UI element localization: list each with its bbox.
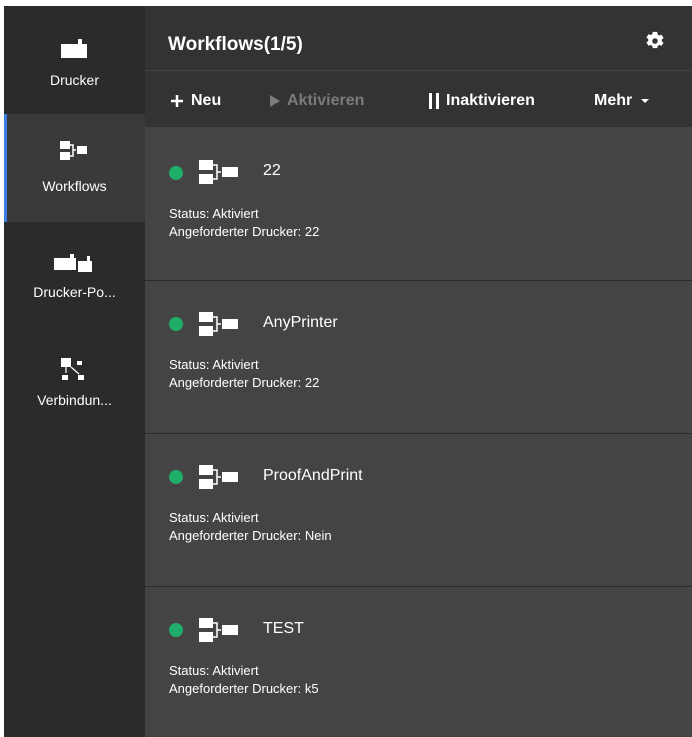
workflow-status: Status: Aktiviert bbox=[169, 663, 259, 678]
app-window: Drucker Workflows Drucker-Po... Verbindu… bbox=[4, 6, 692, 737]
printer-pool-icon bbox=[54, 254, 92, 272]
main-panel: Workflows(1/5) Neu Aktivieren Inaktivier… bbox=[145, 6, 692, 737]
workflow-status: Status: Aktiviert bbox=[169, 206, 259, 221]
workflow-icon bbox=[199, 465, 238, 489]
sidebar-item-drucker[interactable]: Drucker bbox=[4, 6, 145, 114]
workflow-card[interactable]: TEST Status: Aktiviert Angeforderter Dru… bbox=[145, 587, 692, 737]
sidebar-item-workflows[interactable]: Workflows bbox=[4, 114, 145, 222]
status-dot bbox=[169, 166, 183, 180]
play-icon bbox=[269, 94, 281, 108]
deactivate-button-label: Inaktivieren bbox=[446, 92, 535, 109]
workflow-card[interactable]: ProofAndPrint Status: Aktiviert Angeford… bbox=[145, 434, 692, 587]
workflow-printer: Angeforderter Drucker: 22 bbox=[169, 224, 320, 239]
sidebar: Drucker Workflows Drucker-Po... Verbindu… bbox=[4, 6, 145, 737]
sidebar-item-label: Drucker-Po... bbox=[33, 284, 116, 300]
activate-button-label: Aktivieren bbox=[287, 92, 365, 109]
page-title: Workflows(1/5) bbox=[168, 34, 303, 55]
sidebar-item-drucker-pools[interactable]: Drucker-Po... bbox=[4, 222, 145, 330]
gear-icon[interactable] bbox=[644, 30, 666, 52]
sidebar-item-label: Drucker bbox=[49, 72, 99, 88]
plus-icon bbox=[169, 93, 185, 109]
workflow-icon bbox=[60, 141, 87, 160]
toolbar: Neu Aktivieren Inaktivieren Mehr bbox=[145, 71, 692, 128]
workflow-card[interactable]: AnyPrinter Status: Aktiviert Angefordert… bbox=[145, 281, 692, 434]
workflow-card[interactable]: 22 Status: Aktiviert Angeforderter Druck… bbox=[145, 128, 692, 281]
printer-icon bbox=[61, 39, 87, 58]
workflow-printer: Angeforderter Drucker: k5 bbox=[169, 681, 319, 696]
active-indicator bbox=[4, 114, 7, 222]
new-button-label: Neu bbox=[191, 92, 222, 109]
activate-button[interactable]: Aktivieren bbox=[269, 90, 364, 112]
panel-header: Workflows(1/5) bbox=[145, 6, 692, 71]
workflow-icon bbox=[199, 618, 238, 642]
status-dot bbox=[169, 317, 183, 331]
sidebar-item-label: Verbindun... bbox=[37, 392, 112, 408]
sidebar-item-label: Workflows bbox=[42, 178, 107, 194]
sidebar-item-verbindungen[interactable]: Verbindun... bbox=[4, 330, 145, 438]
workflow-printer: Angeforderter Drucker: Nein bbox=[169, 528, 332, 543]
workflow-name: TEST bbox=[263, 620, 304, 637]
deactivate-button[interactable]: Inaktivieren bbox=[428, 90, 535, 112]
chevron-down-icon bbox=[640, 98, 650, 104]
status-dot bbox=[169, 470, 183, 484]
connection-icon bbox=[61, 358, 84, 380]
workflow-name: AnyPrinter bbox=[263, 314, 338, 331]
status-dot bbox=[169, 623, 183, 637]
workflow-name: ProofAndPrint bbox=[263, 467, 363, 484]
new-button[interactable]: Neu bbox=[169, 90, 221, 112]
workflow-name: 22 bbox=[263, 162, 281, 179]
more-button[interactable]: Mehr bbox=[594, 90, 650, 112]
pause-icon bbox=[428, 92, 440, 110]
workflow-printer: Angeforderter Drucker: 22 bbox=[169, 375, 320, 390]
workflow-status: Status: Aktiviert bbox=[169, 510, 259, 525]
workflow-icon bbox=[199, 312, 238, 336]
workflow-list: 22 Status: Aktiviert Angeforderter Druck… bbox=[145, 128, 692, 737]
workflow-icon bbox=[199, 160, 238, 184]
workflow-status: Status: Aktiviert bbox=[169, 357, 259, 372]
more-button-label: Mehr bbox=[594, 92, 633, 109]
